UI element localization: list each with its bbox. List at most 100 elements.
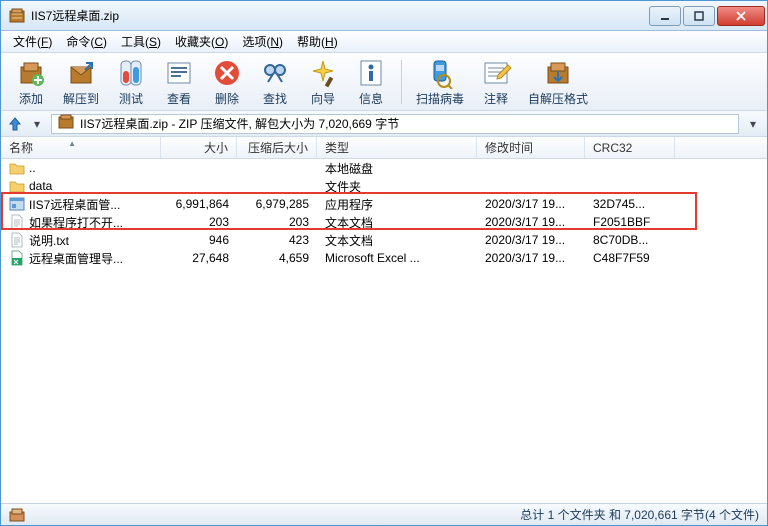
up-icon[interactable] — [7, 116, 23, 132]
table-row[interactable]: 说明.txt946423文本文档2020/3/17 19...8C70DB... — [1, 231, 767, 249]
address-dropdown-icon[interactable]: ▾ — [745, 117, 761, 131]
file-size: 203 — [161, 215, 237, 229]
add-button[interactable]: 添加 — [9, 55, 53, 109]
status-icon-left — [9, 507, 25, 523]
comment-label: 注释 — [484, 90, 508, 107]
file-packed: 4,659 — [237, 251, 317, 265]
extract-button[interactable]: 解压到 — [57, 55, 105, 109]
file-packed: 6,979,285 — [237, 197, 317, 211]
col-crc[interactable]: CRC32 — [585, 137, 675, 158]
menu-o[interactable]: 收藏夹(O) — [169, 31, 234, 52]
add-label: 添加 — [19, 90, 43, 107]
col-mtime[interactable]: 修改时间 — [477, 137, 585, 158]
file-packed: 203 — [237, 215, 317, 229]
address-box[interactable]: IIS7远程桌面.zip - ZIP 压缩文件, 解包大小为 7,020,669… — [51, 114, 739, 134]
wizard-label: 向导 — [311, 90, 335, 107]
sfx-icon — [542, 57, 574, 89]
file-name: 远程桌面管理导... — [29, 250, 123, 267]
file-type: 文本文档 — [317, 232, 477, 249]
file-list[interactable]: .. 本地磁盘 data 文件夹 IIS7远程桌面管... 6,991,8646,979,… — [1, 159, 767, 503]
close-button[interactable] — [717, 6, 765, 26]
menu-n[interactable]: 选项(N) — [236, 31, 289, 52]
file-mtime: 2020/3/17 19... — [477, 233, 585, 247]
address-text: IIS7远程桌面.zip - ZIP 压缩文件, 解包大小为 7,020,669… — [80, 115, 399, 132]
view-label: 查看 — [167, 90, 191, 107]
info-button[interactable]: 信息 — [349, 55, 393, 109]
file-crc: F2051BBF — [585, 215, 675, 229]
scan-label: 扫描病毒 — [416, 90, 464, 107]
file-mtime: 2020/3/17 19... — [477, 215, 585, 229]
file-type: 本地磁盘 — [317, 160, 477, 177]
menu-s[interactable]: 工具(S) — [115, 31, 167, 52]
menubar: 文件(F)命令(C)工具(S)收藏夹(O)选项(N)帮助(H) — [1, 31, 767, 53]
titlebar: IIS7远程桌面.zip — [1, 1, 767, 31]
comment-icon — [480, 57, 512, 89]
statusbar: 总计 1 个文件夹 和 7,020,661 字节(4 个文件) — [1, 503, 767, 525]
exe-icon — [9, 196, 25, 212]
add-icon — [15, 57, 47, 89]
view-button[interactable]: 查看 — [157, 55, 201, 109]
comment-button[interactable]: 注释 — [474, 55, 518, 109]
archive-icon — [58, 114, 74, 133]
file-name: data — [29, 179, 52, 193]
window-title: IIS7远程桌面.zip — [31, 7, 649, 24]
wizard-button[interactable]: 向导 — [301, 55, 345, 109]
txt-icon — [9, 214, 25, 230]
app-window: IIS7远程桌面.zip 文件(F)命令(C)工具(S)收藏夹(O)选项(N)帮… — [0, 0, 768, 526]
find-icon — [259, 57, 291, 89]
toolbar-separator — [401, 60, 402, 104]
file-type: Microsoft Excel ... — [317, 251, 477, 265]
table-row[interactable]: data 文件夹 — [1, 177, 767, 195]
window-buttons — [649, 6, 765, 26]
sfx-button[interactable]: 自解压格式 — [522, 55, 594, 109]
extract-label: 解压到 — [63, 90, 99, 107]
status-text: 总计 1 个文件夹 和 7,020,661 字节(4 个文件) — [520, 506, 759, 523]
test-button[interactable]: 测试 — [109, 55, 153, 109]
scan-button[interactable]: 扫描病毒 — [410, 55, 470, 109]
minimize-button[interactable] — [649, 6, 681, 26]
sfx-label: 自解压格式 — [528, 90, 588, 107]
find-button[interactable]: 查找 — [253, 55, 297, 109]
col-name[interactable]: 名称▲ — [1, 137, 161, 158]
table-row[interactable]: 远程桌面管理导... 27,6484,659Microsoft Excel ...… — [1, 249, 767, 267]
table-row[interactable]: IIS7远程桌面管...6,991,8646,979,285应用程序2020/3… — [1, 195, 767, 213]
file-name: 如果程序打不开... — [29, 214, 123, 231]
file-name: IIS7远程桌面管... — [29, 196, 120, 213]
menu-f[interactable]: 文件(F) — [7, 31, 58, 52]
wizard-icon — [307, 57, 339, 89]
info-label: 信息 — [359, 90, 383, 107]
file-size: 6,991,864 — [161, 197, 237, 211]
table-row[interactable]: .. 本地磁盘 — [1, 159, 767, 177]
delete-button[interactable]: 删除 — [205, 55, 249, 109]
file-name: .. — [29, 161, 36, 175]
maximize-button[interactable] — [683, 6, 715, 26]
delete-icon — [211, 57, 243, 89]
file-name: 说明.txt — [29, 232, 69, 249]
list-header: 名称▲ 大小 压缩后大小 类型 修改时间 CRC32 — [1, 137, 767, 159]
file-size: 27,648 — [161, 251, 237, 265]
folder-icon — [9, 178, 25, 194]
extract-icon — [65, 57, 97, 89]
table-row[interactable]: 如果程序打不开...203203文本文档2020/3/17 19...F2051… — [1, 213, 767, 231]
folder-icon — [9, 160, 25, 176]
info-icon — [355, 57, 387, 89]
file-mtime: 2020/3/17 19... — [477, 251, 585, 265]
up-dropdown-icon[interactable]: ▾ — [29, 117, 45, 131]
file-crc: 32D745... — [585, 197, 675, 211]
file-type: 文件夹 — [317, 178, 477, 195]
menu-c[interactable]: 命令(C) — [60, 31, 113, 52]
menu-h[interactable]: 帮助(H) — [291, 31, 344, 52]
col-packed[interactable]: 压缩后大小 — [237, 137, 317, 158]
find-label: 查找 — [263, 90, 287, 107]
file-packed: 423 — [237, 233, 317, 247]
toolbar: 添加 解压到测试查看删除查找 向导 信息 扫描病毒 注释 自解压格式 — [1, 53, 767, 111]
xls-icon — [9, 250, 25, 266]
address-bar: ▾ IIS7远程桌面.zip - ZIP 压缩文件, 解包大小为 7,020,6… — [1, 111, 767, 137]
file-crc: 8C70DB... — [585, 233, 675, 247]
app-icon — [9, 8, 25, 24]
scan-icon — [424, 57, 456, 89]
col-type[interactable]: 类型 — [317, 137, 477, 158]
col-size[interactable]: 大小 — [161, 137, 237, 158]
view-icon — [163, 57, 195, 89]
sort-indicator-icon: ▲ — [68, 139, 76, 148]
